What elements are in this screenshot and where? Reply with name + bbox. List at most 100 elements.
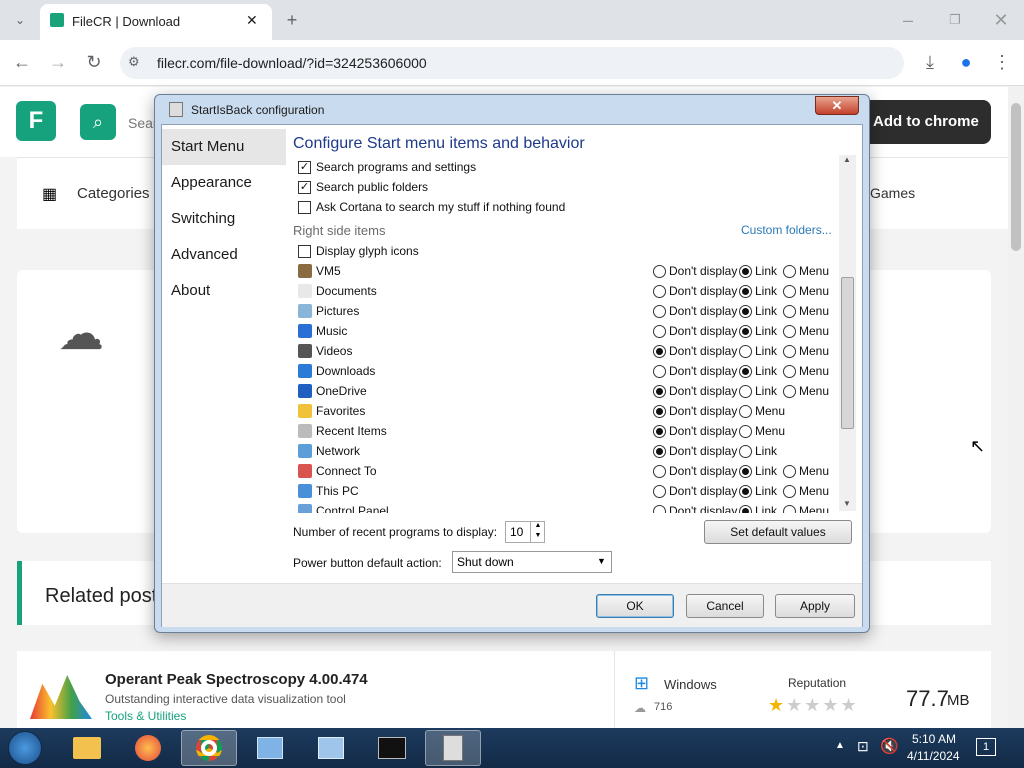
radio-button[interactable] xyxy=(653,264,666,278)
radio-link[interactable]: Link xyxy=(739,301,777,321)
radio-button[interactable] xyxy=(653,484,666,498)
downloads-icon[interactable]: ⤓ xyxy=(918,50,942,74)
radio-menu[interactable]: Menu xyxy=(783,461,829,481)
radio-button[interactable] xyxy=(653,344,666,358)
radio-button[interactable] xyxy=(653,424,666,438)
radio-none[interactable]: Don't display xyxy=(653,421,737,441)
back-icon[interactable]: ← xyxy=(10,50,34,74)
volume-muted-icon[interactable]: 🔇 xyxy=(880,737,899,755)
radio-none[interactable]: Don't display xyxy=(653,301,737,321)
tab-search-icon[interactable]: ⌄ xyxy=(8,8,32,32)
search-icon[interactable]: ⌕ xyxy=(80,104,116,140)
radio-button[interactable] xyxy=(739,324,752,338)
clock-date[interactable]: 4/11/2024 xyxy=(907,749,960,763)
site-info-icon[interactable]: ⚙ xyxy=(128,54,140,70)
radio-link[interactable]: Link xyxy=(739,501,777,513)
new-tab-icon[interactable]: + xyxy=(280,8,304,32)
radio-none[interactable]: Don't display xyxy=(653,401,737,421)
spinner-arrows-icon[interactable]: ▲ ▼ xyxy=(530,521,545,543)
page-scrollbar[interactable] xyxy=(1008,87,1024,728)
clock-time[interactable]: 5:10 AM xyxy=(912,732,956,746)
radio-button[interactable] xyxy=(739,284,752,298)
notification-center-icon[interactable]: 1 xyxy=(976,738,996,756)
radio-menu[interactable]: Menu xyxy=(783,261,829,281)
checkbox[interactable] xyxy=(298,244,311,258)
radio-button[interactable] xyxy=(739,304,752,318)
radio-none[interactable]: Don't display xyxy=(653,501,737,513)
check-search-programs[interactable]: ✓ Search programs and settings xyxy=(298,157,476,177)
radio-link[interactable]: Link xyxy=(739,481,777,501)
radio-none[interactable]: Don't display xyxy=(653,461,737,481)
radio-button[interactable] xyxy=(653,324,666,338)
ok-button[interactable]: OK xyxy=(596,594,674,618)
nav-games[interactable]: Games xyxy=(870,185,915,201)
radio-button[interactable] xyxy=(653,284,666,298)
radio-button[interactable] xyxy=(739,424,752,438)
radio-button[interactable] xyxy=(783,324,796,338)
file-explorer-taskbar-icon[interactable] xyxy=(59,730,115,766)
apply-button[interactable]: Apply xyxy=(775,594,855,618)
nav-categories[interactable]: Categories xyxy=(77,185,150,202)
check-ask-cortana[interactable]: Ask Cortana to search my stuff if nothin… xyxy=(298,197,565,217)
add-to-chrome-button[interactable]: Add to chrome xyxy=(860,100,991,144)
radio-button[interactable] xyxy=(653,404,666,418)
radio-button[interactable] xyxy=(739,384,752,398)
radio-button[interactable] xyxy=(783,384,796,398)
radio-none[interactable]: Don't display xyxy=(653,261,737,281)
radio-none[interactable]: Don't display xyxy=(653,481,737,501)
cmd-taskbar-icon[interactable] xyxy=(364,730,420,766)
radio-menu[interactable]: Menu xyxy=(783,481,829,501)
radio-button[interactable] xyxy=(653,304,666,318)
dialog-close-button[interactable]: ✕ xyxy=(815,96,859,115)
radio-button[interactable] xyxy=(653,384,666,398)
custom-folders-link[interactable]: Custom folders... xyxy=(741,220,832,240)
radio-button[interactable] xyxy=(783,304,796,318)
checkbox[interactable]: ✓ xyxy=(298,180,311,194)
reload-icon[interactable]: ↻ xyxy=(82,50,106,74)
remote-app-taskbar-icon[interactable] xyxy=(303,730,359,766)
profile-icon[interactable]: ● xyxy=(954,50,978,74)
recent-programs-spinner[interactable]: 10 ▲ ▼ xyxy=(505,521,545,543)
product-name[interactable]: Operant Peak Spectroscopy 4.00.474 xyxy=(105,671,368,688)
radio-link[interactable]: Link xyxy=(739,261,777,281)
radio-button[interactable] xyxy=(653,364,666,378)
radio-none[interactable]: Don't display xyxy=(653,341,737,361)
radio-menu[interactable]: Menu xyxy=(783,321,829,341)
checkbox[interactable]: ✓ xyxy=(298,160,311,174)
power-action-select[interactable]: Shut down ▼ xyxy=(452,551,612,573)
network-app-taskbar-icon[interactable] xyxy=(242,730,298,766)
show-hidden-icons-icon[interactable]: ▲ xyxy=(835,740,845,751)
radio-menu[interactable]: Menu xyxy=(783,501,829,513)
radio-button[interactable] xyxy=(739,504,752,513)
start-orb-icon[interactable] xyxy=(8,731,42,765)
product-category[interactable]: Tools & Utilities xyxy=(105,709,186,723)
radio-menu[interactable]: Menu xyxy=(783,381,829,401)
radio-button[interactable] xyxy=(783,284,796,298)
radio-link[interactable]: Link xyxy=(739,441,777,461)
minimize-icon[interactable]: – xyxy=(896,8,920,32)
menu-icon[interactable]: ⋮ xyxy=(990,50,1014,74)
tab-close-icon[interactable]: ✕ xyxy=(246,12,258,29)
radio-button[interactable] xyxy=(739,264,752,278)
radio-button[interactable] xyxy=(783,264,796,278)
radio-button[interactable] xyxy=(739,344,752,358)
browser-tab[interactable]: FileCR | Download ✕ xyxy=(40,4,272,40)
radio-link[interactable]: Link xyxy=(739,381,777,401)
filecr-logo[interactable]: F xyxy=(16,101,56,141)
radio-none[interactable]: Don't display xyxy=(653,281,737,301)
firefox-taskbar-icon[interactable] xyxy=(120,730,176,766)
set-default-values-button[interactable]: Set default values xyxy=(704,520,852,544)
radio-link[interactable]: Link xyxy=(739,461,777,481)
restore-icon[interactable]: ❐ xyxy=(943,8,967,32)
radio-button[interactable] xyxy=(783,464,796,478)
network-icon[interactable]: ⊡ xyxy=(857,738,869,755)
check-search-public-folders[interactable]: ✓ Search public folders xyxy=(298,177,428,197)
radio-none[interactable]: Don't display xyxy=(653,361,737,381)
chrome-taskbar-icon[interactable] xyxy=(181,730,237,766)
page-scrollbar-thumb[interactable] xyxy=(1011,103,1021,251)
list-scrollbar[interactable]: ▲ ▼ xyxy=(839,155,856,511)
window-close-icon[interactable]: ✕ xyxy=(989,8,1013,32)
scroll-down-icon[interactable]: ▼ xyxy=(843,499,851,508)
radio-link[interactable]: Link xyxy=(739,361,777,381)
radio-menu[interactable]: Menu xyxy=(739,421,785,441)
